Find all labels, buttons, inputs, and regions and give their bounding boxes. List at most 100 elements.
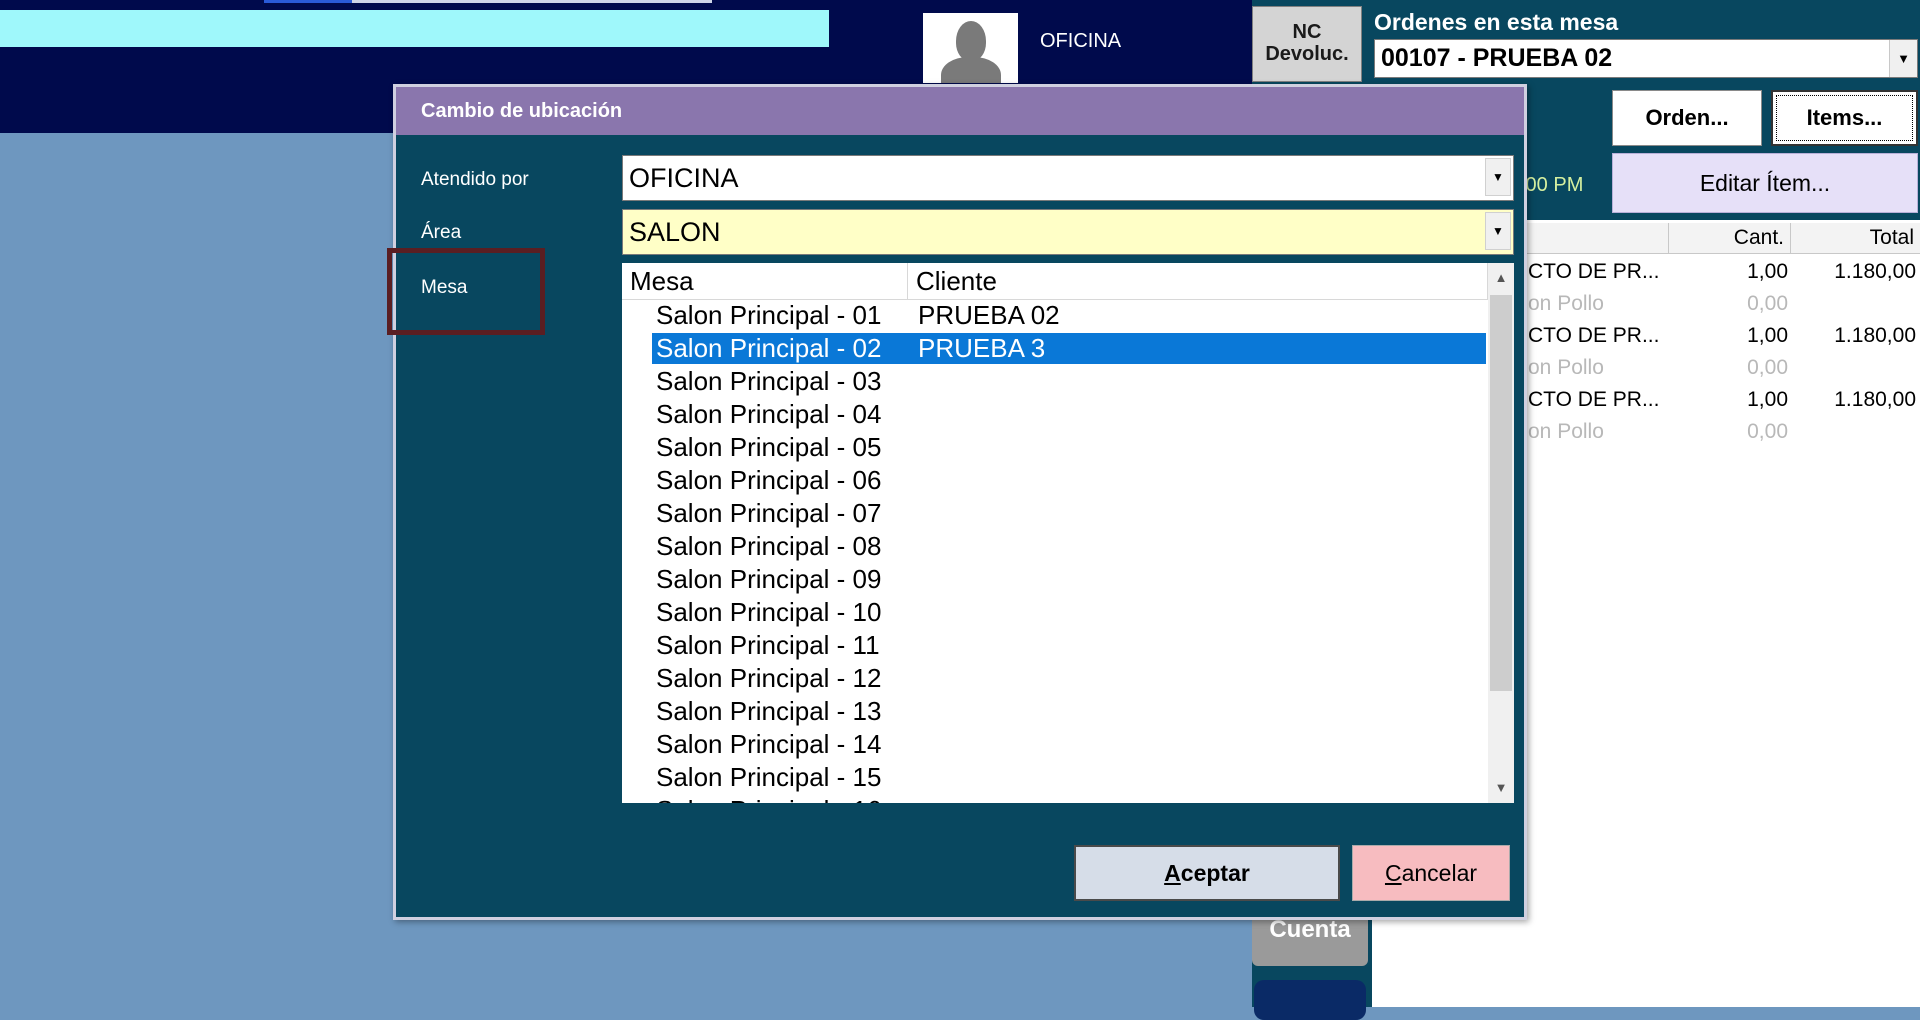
mesa-list-item[interactable]: Salon Principal - 04 [622,398,1488,431]
scroll-up-icon[interactable]: ▲ [1488,265,1514,291]
dialog-title: Cambio de ubicación [421,100,623,122]
mesa-list-item[interactable]: Salon Principal - 12 [622,662,1488,695]
mesa-list-item[interactable]: Salon Principal - 02 PRUEBA 3 [622,332,1488,365]
dialog-titlebar[interactable]: Cambio de ubicación [396,87,1524,135]
mesa-cell: Salon Principal - 04 [656,399,882,429]
grid-row[interactable]: CTO DE PR... 1,00 1.180,00 [1520,320,1920,352]
mesa-cell: Salon Principal - 08 [656,531,882,561]
grid-cell-cant: 1,00 [1747,260,1788,283]
orden-button[interactable]: Orden... [1612,90,1762,146]
grid-cell-desc: on Pollo [1528,356,1604,379]
grid-cell-total: 1.180,00 [1834,260,1916,283]
list-scrollbar[interactable]: ▲ ▼ [1488,263,1514,803]
grid-row[interactable]: on Pollo 0,00 [1520,416,1920,448]
column-mesa[interactable]: Mesa [622,263,908,299]
column-cliente[interactable]: Cliente [908,263,1488,299]
grid-cell-desc: on Pollo [1528,420,1604,443]
mesa-highlight-box [387,248,545,335]
mesa-cell: Salon Principal - 12 [656,663,882,693]
mesa-list-item[interactable]: Salon Principal - 13 [622,695,1488,728]
devoluc-label: Devoluc. [1265,43,1349,65]
mesa-cell: Salon Principal - 06 [656,465,882,495]
grid-row[interactable]: CTO DE PR... 1,00 1.180,00 [1520,256,1920,288]
atendido-label: Atendido por [421,169,529,190]
mesa-cell: Salon Principal - 03 [656,366,882,396]
grid-cell-cant: 0,00 [1747,292,1788,315]
cancelar-button[interactable]: Cancelar [1352,845,1510,901]
mesa-list-item[interactable]: Salon Principal - 07 [622,497,1488,530]
bottom-button[interactable] [1254,980,1366,1020]
orders-select[interactable]: 00107 - PRUEBA 02 ▼ [1374,39,1918,78]
area-select[interactable]: SALON ▼ [622,209,1514,255]
mesa-cell: Salon Principal - 07 [656,498,882,528]
grid-cell-desc: CTO DE PR... [1528,260,1660,283]
mesa-cell: Salon Principal - 13 [656,696,882,726]
grid-row[interactable]: on Pollo 0,00 [1520,288,1920,320]
mesa-list-item[interactable]: Salon Principal - 16 [622,794,1488,803]
cancelar-accel: C [1384,860,1402,886]
grid-cell-cant: 1,00 [1747,324,1788,347]
aceptar-accel: A [1164,860,1181,886]
mesa-cell: Salon Principal - 09 [656,564,882,594]
cliente-cell: PRUEBA 3 [918,333,1046,363]
info-bar [0,10,829,47]
user-avatar-icon [923,13,1018,83]
scroll-thumb[interactable] [1490,295,1512,691]
mesa-list-item[interactable]: Salon Principal - 08 [622,530,1488,563]
cancelar-label: ancelar [1401,860,1478,886]
atendido-select[interactable]: OFICINA ▼ [622,155,1514,201]
mesa-cell: Salon Principal - 10 [656,597,882,627]
mesa-list-header: Mesa Cliente [622,263,1488,300]
mesa-list-item[interactable]: Salon Principal - 10 [622,596,1488,629]
grid-cell-total: 1.180,00 [1834,388,1916,411]
items-grid-header: Cant. Total [1520,223,1920,254]
mesa-list-item[interactable]: Salon Principal - 06 [622,464,1488,497]
mesa-cell: Salon Principal - 05 [656,432,882,462]
mesa-list-item[interactable]: Salon Principal - 05 [622,431,1488,464]
scroll-down-icon[interactable]: ▼ [1488,775,1514,801]
grid-cell-cant: 0,00 [1747,420,1788,443]
user-name: OFICINA [1040,30,1122,52]
orders-select-value: 00107 - PRUEBA 02 [1381,44,1613,72]
grid-row[interactable]: on Pollo 0,00 [1520,352,1920,384]
nc-devoluc-button[interactable]: NC Devoluc. [1252,6,1362,82]
area-label: Área [421,222,462,243]
dropdown-arrow-icon[interactable]: ▼ [1485,212,1511,250]
mesa-cell: Salon Principal - 16 [656,794,881,803]
mesa-list-item[interactable]: Salon Principal - 01 PRUEBA 02 [622,299,1488,332]
aceptar-button[interactable]: Aceptar [1074,845,1340,901]
mesa-list-item[interactable]: Salon Principal - 15 [622,761,1488,794]
grid-cell-cant: 1,00 [1747,388,1788,411]
dropdown-arrow-icon[interactable]: ▼ [1485,158,1511,196]
grid-cell-cant: 0,00 [1747,356,1788,379]
mesa-list-item[interactable]: Salon Principal - 03 [622,365,1488,398]
grid-cell-desc: CTO DE PR... [1528,324,1660,347]
mesa-list-item[interactable]: Salon Principal - 14 [622,728,1488,761]
mesa-list-item[interactable]: Salon Principal - 11 [622,629,1488,662]
mesa-cell: Salon Principal - 15 [656,762,882,792]
orders-title: Ordenes en esta mesa [1374,9,1619,35]
grid-cell-total: 1.180,00 [1834,324,1916,347]
grid-col-cant[interactable]: Cant. [1668,223,1790,253]
cliente-cell: PRUEBA 02 [918,300,1060,330]
grid-cell-desc: CTO DE PR... [1528,388,1660,411]
mesa-cell: Salon Principal - 11 [656,630,880,660]
area-value: SALON [629,217,721,247]
mesa-list-item[interactable]: Salon Principal - 09 [622,563,1488,596]
nc-label: NC [1292,21,1322,43]
grid-cell-desc: on Pollo [1528,292,1604,315]
mesa-list[interactable]: Mesa Cliente Salon Principal - 01 PRUEBA … [622,263,1514,803]
cambio-ubicacion-dialog: Cambio de ubicación Atendido por Área Me… [387,84,1527,920]
top-tab-active [264,0,352,3]
mesa-list-rows: Salon Principal - 01 PRUEBA 02 Salon Princ… [622,299,1488,803]
time-label: :00 PM [1520,174,1584,196]
mesa-cell: Salon Principal - 14 [656,729,882,759]
items-button[interactable]: Items... [1771,90,1918,146]
grid-col-total[interactable]: Total [1790,223,1920,253]
mesa-cell: Salon Principal - 02 [656,333,882,363]
mesa-cell: Salon Principal - 01 [656,300,882,330]
aceptar-label: ceptar [1180,860,1250,886]
grid-row[interactable]: CTO DE PR... 1,00 1.180,00 [1520,384,1920,416]
editar-item-button[interactable]: Editar Ítem... [1612,153,1918,213]
dropdown-arrow-icon[interactable]: ▼ [1889,40,1917,77]
